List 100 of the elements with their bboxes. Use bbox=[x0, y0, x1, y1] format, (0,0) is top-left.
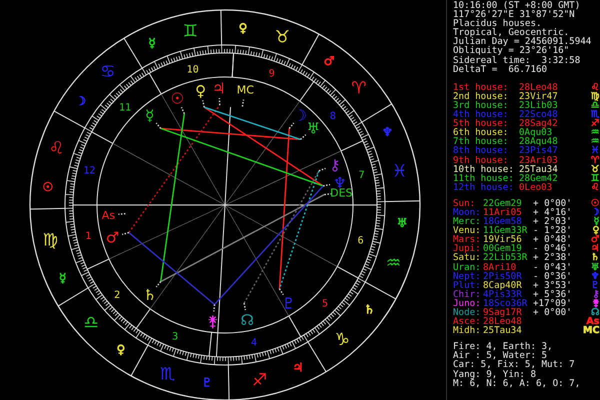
planet-position: 22Gem29 bbox=[483, 198, 522, 208]
house-number: 1 bbox=[85, 230, 92, 242]
house-label: 1st house: bbox=[453, 82, 508, 92]
ruler-glyph: ♃ bbox=[292, 360, 304, 375]
zodiac-sign-glyph: ♈ bbox=[351, 78, 367, 99]
house-number: 7 bbox=[358, 170, 365, 182]
chart-info-line: Sidereal time: 3:32:58 bbox=[453, 56, 580, 65]
planet-offset: + 0°00' bbox=[533, 308, 572, 318]
house-number: 8 bbox=[330, 111, 336, 122]
planet-glyph: ♇ bbox=[590, 280, 600, 290]
chart-info-line: Tropical, Geocentric. bbox=[453, 28, 570, 38]
ruler-glyph: ♅ bbox=[396, 216, 408, 230]
planet-offset: + 2°03' bbox=[533, 217, 572, 226]
planet-glyph: ♅ bbox=[590, 262, 600, 272]
house-position: 28Sag42 bbox=[519, 119, 558, 128]
planet-glyph: ☊ bbox=[590, 308, 600, 318]
sign-glyph: ♉ bbox=[590, 164, 600, 174]
planet-position: 22Lib53R bbox=[483, 253, 528, 263]
zodiac-sign-glyph: ♒ bbox=[386, 253, 402, 274]
planet-position: 18Gem58 bbox=[483, 217, 522, 226]
planet-glyph: ♆ bbox=[590, 272, 600, 281]
house-number: 12 bbox=[83, 166, 96, 177]
house-position: 23Pis47 bbox=[519, 146, 558, 156]
planet-position: 2Pis50R bbox=[483, 272, 522, 281]
planet-label: Mars: bbox=[453, 235, 481, 244]
zodiac-sign-glyph: ♊ bbox=[182, 21, 198, 42]
house-position: 28Gem42 bbox=[519, 174, 558, 183]
house-number: 6 bbox=[358, 235, 364, 246]
zodiac-sign-glyph: ♎ bbox=[83, 313, 99, 334]
sign-glyph: ♎ bbox=[590, 100, 600, 110]
planet-glyph: ♄ bbox=[143, 286, 157, 304]
house-label: 2nd house: bbox=[453, 92, 508, 101]
planet-offset: - 0°46' bbox=[533, 244, 572, 254]
planet-label: Sun: bbox=[453, 198, 476, 208]
planet-glyph: ⚷ bbox=[329, 156, 340, 174]
planet-offset: + 4°16' bbox=[533, 208, 572, 218]
planet-position: 11Ari05 bbox=[483, 208, 522, 218]
house-position: 28Leo48 bbox=[519, 82, 558, 92]
ruler-glyph: ☿ bbox=[148, 36, 156, 50]
ruler-glyph: ☿ bbox=[58, 271, 66, 286]
house-position: 0Aqu03 bbox=[519, 128, 552, 138]
planet-glyph: ☿ bbox=[594, 217, 600, 226]
house-number: 9 bbox=[268, 68, 275, 80]
house-number: 4 bbox=[250, 337, 257, 348]
sign-glyph: ♊ bbox=[590, 174, 600, 183]
planet-offset: + 5°36' bbox=[533, 290, 572, 299]
zodiac-sign-glyph: ♏ bbox=[160, 364, 176, 384]
planet-glyph: ☽ bbox=[293, 106, 307, 125]
zodiac-sign-glyph: ♌ bbox=[48, 138, 64, 159]
planet-label: Midh: bbox=[453, 326, 481, 336]
house-position: 25Tau34 bbox=[519, 164, 558, 174]
planet-label: Jupi: bbox=[453, 244, 481, 254]
zodiac-sign-glyph: ♋ bbox=[100, 62, 116, 82]
sign-glyph: ♓ bbox=[590, 146, 600, 156]
sign-glyph: ♌ bbox=[590, 182, 600, 192]
planet-position: 8Cap40R bbox=[483, 280, 522, 290]
planet-glyph: As bbox=[102, 209, 116, 222]
planet-glyph: As bbox=[586, 317, 600, 326]
element-count-line: Yang: 9, Yin: 8 bbox=[453, 370, 536, 379]
sign-glyph: ♒ bbox=[590, 128, 600, 138]
sign-glyph: ♏ bbox=[590, 110, 600, 120]
planet-label: Plut: bbox=[453, 280, 481, 290]
sign-glyph: ♈ bbox=[590, 156, 600, 165]
sign-glyph: ♍ bbox=[590, 92, 600, 101]
planet-glyph: ♄ bbox=[590, 253, 600, 263]
ruler-glyph: ♀ bbox=[238, 21, 248, 36]
element-count-line: Car: 5, Fix: 5, Mut: 7 bbox=[453, 360, 575, 370]
chart-info-line: Obliquity = 23°26'16" bbox=[453, 46, 570, 56]
planet-glyph: ♅ bbox=[306, 120, 320, 138]
sign-glyph: ♐ bbox=[590, 119, 600, 128]
planet-position: 28Leo48 bbox=[483, 317, 522, 326]
zodiac-sign-glyph: ♓ bbox=[392, 161, 408, 182]
planet-label: Uran: bbox=[453, 262, 481, 272]
planet-glyph: ☉ bbox=[170, 89, 184, 108]
house-label: 10th house: bbox=[453, 164, 514, 174]
element-count-line: Air : 5, Water: 5 bbox=[453, 351, 548, 360]
planet-position: 18Sco36R bbox=[483, 298, 528, 308]
house-position: 23Lib03 bbox=[519, 100, 558, 110]
house-label: 7th house: bbox=[453, 137, 508, 146]
house-label: 3rd house: bbox=[453, 100, 508, 110]
house-label: 11th house: bbox=[453, 174, 514, 183]
planet-position: 25Tau34 bbox=[483, 326, 522, 336]
planet-position: 4Pis33R bbox=[483, 290, 522, 299]
planet-offset: + 0°48' bbox=[533, 235, 572, 244]
planet-label: Merc: bbox=[453, 217, 481, 226]
chart-info-line: Julian Day = 2456091.5944 bbox=[453, 37, 592, 46]
planet-offset: + 0°00' bbox=[533, 198, 572, 208]
planet-glyph: MC bbox=[236, 84, 254, 97]
house-number: 2 bbox=[114, 290, 120, 301]
house-number: 11 bbox=[119, 102, 132, 114]
planet-position: 19Vir56 bbox=[483, 235, 522, 244]
planet-label: Nept: bbox=[453, 272, 481, 281]
chart-info-line: 10:16:00 (ST +8:00 GMT) bbox=[453, 1, 580, 10]
planet-label: Asce: bbox=[453, 317, 481, 326]
planet-glyph: ☉ bbox=[590, 198, 600, 208]
planet-offset: - 0°36' bbox=[533, 272, 572, 281]
planet-glyph: ♇ bbox=[282, 294, 296, 312]
element-count-line: Fire: 4, Earth: 3, bbox=[453, 342, 553, 352]
house-position: 22Sco48 bbox=[519, 110, 558, 120]
planet-label: Chir: bbox=[453, 290, 481, 299]
